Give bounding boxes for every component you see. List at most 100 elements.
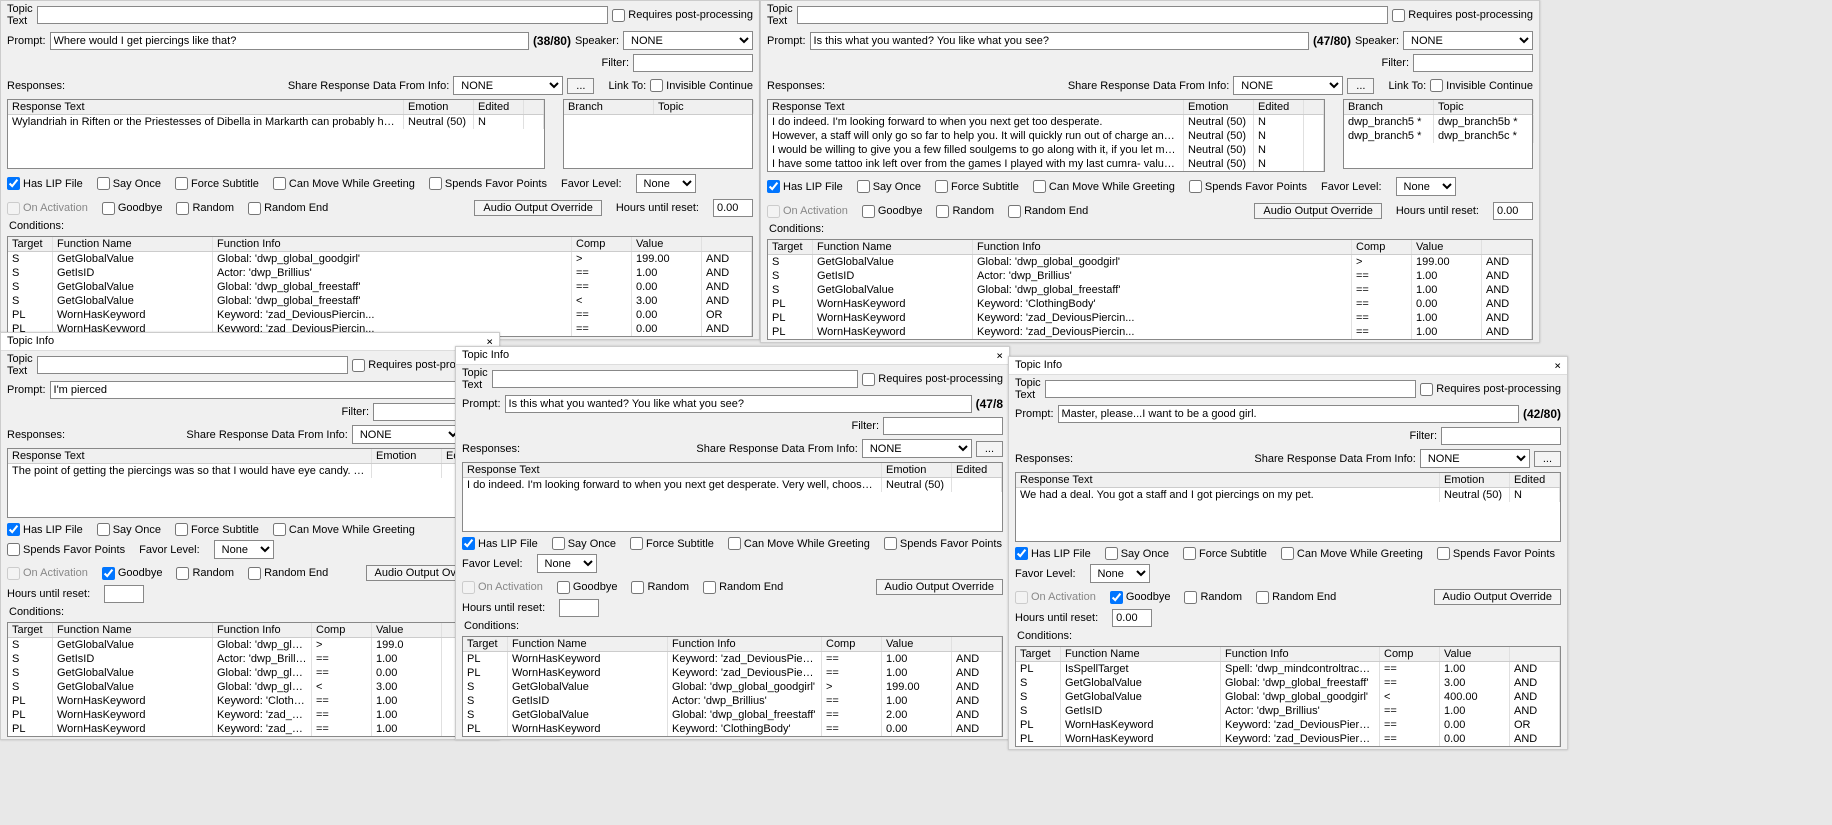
favor-level-select[interactable]: None: [1090, 564, 1150, 583]
has-lip-checkbox-input[interactable]: [7, 177, 20, 190]
response-row[interactable]: However, a staff will only go so far to …: [768, 129, 1324, 143]
requires-post-checkbox-input[interactable]: [352, 359, 365, 372]
can-move-checkbox-input[interactable]: [1033, 180, 1046, 193]
goodbye-checkbox-input[interactable]: [102, 202, 115, 215]
share-response-select[interactable]: NONE: [1420, 449, 1530, 468]
response-row[interactable]: We had a deal. You got a staff and I got…: [1016, 488, 1560, 502]
topic-text-input[interactable]: [37, 6, 609, 24]
can-move-checkbox-input[interactable]: [728, 537, 741, 550]
invisible-continue-checkbox[interactable]: Invisible Continue: [650, 79, 753, 92]
favor-level-select[interactable]: None: [214, 540, 274, 559]
goodbye-checkbox-input[interactable]: [102, 567, 115, 580]
condition-row[interactable]: PLWornHasKeywordKeyword: 'zad_DeviousPie…: [1016, 732, 1560, 746]
filter-input[interactable]: [1413, 54, 1533, 72]
random-end-checkbox[interactable]: Random End: [1256, 591, 1336, 604]
close-icon[interactable]: ×: [1554, 359, 1561, 372]
goodbye-checkbox-input[interactable]: [557, 581, 570, 594]
goodbye-checkbox[interactable]: Goodbye: [1110, 591, 1171, 604]
favor-level-select[interactable]: None: [1396, 177, 1456, 196]
goodbye-checkbox[interactable]: Goodbye: [102, 202, 163, 215]
say-once-checkbox-input[interactable]: [1105, 547, 1118, 560]
filter-input[interactable]: [883, 417, 1003, 435]
hours-input[interactable]: [104, 585, 144, 603]
random-checkbox[interactable]: Random: [176, 567, 234, 580]
spends-favor-checkbox-input[interactable]: [1189, 180, 1202, 193]
conditions-table[interactable]: TargetFunction NameFunction InfoCompValu…: [1015, 646, 1561, 747]
requires-post-checkbox-input[interactable]: [1392, 9, 1405, 22]
responses-table[interactable]: Response TextEmotionEditedWe had a deal.…: [1015, 472, 1561, 542]
condition-row[interactable]: SGetGlobalValueGlobal: 'dwp_global_frees…: [8, 680, 492, 694]
force-subtitle-checkbox[interactable]: Force Subtitle: [935, 180, 1019, 193]
filter-input[interactable]: [1441, 427, 1561, 445]
has-lip-checkbox-input[interactable]: [462, 537, 475, 550]
goodbye-checkbox-input[interactable]: [1110, 591, 1123, 604]
link-row[interactable]: dwp_branch5 *dwp_branch5c *: [1344, 129, 1532, 143]
condition-row[interactable]: SGetGlobalValueGlobal: 'dwp_global_frees…: [8, 280, 752, 294]
force-subtitle-checkbox[interactable]: Force Subtitle: [630, 537, 714, 550]
prompt-input[interactable]: [810, 32, 1309, 50]
invisible-continue-checkbox-input[interactable]: [1430, 79, 1443, 92]
random-checkbox-input[interactable]: [1184, 591, 1197, 604]
responses-table[interactable]: Response TextEmotionEditedWylandriah in …: [7, 99, 545, 169]
response-row[interactable]: I do indeed. I'm looking forward to when…: [768, 115, 1324, 129]
random-checkbox[interactable]: Random: [176, 202, 234, 215]
filter-input[interactable]: [633, 54, 753, 72]
prompt-input[interactable]: [50, 32, 529, 50]
random-end-checkbox-input[interactable]: [248, 202, 261, 215]
share-browse-button[interactable]: ...: [1347, 78, 1374, 94]
response-row[interactable]: The point of getting the piercings was s…: [8, 464, 492, 478]
condition-row[interactable]: PLWornHasKeywordKeyword: 'ClothingBody'=…: [463, 722, 1002, 736]
linkto-table[interactable]: BranchTopic: [563, 99, 753, 169]
share-browse-button[interactable]: ...: [976, 441, 1003, 457]
condition-row[interactable]: SGetGlobalValueGlobal: 'dwp_global_goodg…: [1016, 690, 1560, 704]
has-lip-checkbox[interactable]: Has LIP File: [7, 177, 83, 190]
spends-favor-checkbox[interactable]: Spends Favor Points: [429, 177, 547, 190]
condition-row[interactable]: PLWornHasKeywordKeyword: 'zad_DeviousPie…: [8, 722, 492, 736]
can-move-checkbox-input[interactable]: [273, 177, 286, 190]
condition-row[interactable]: SGetGlobalValueGlobal: 'dwp_global_goodg…: [8, 638, 492, 652]
spends-favor-checkbox-input[interactable]: [429, 177, 442, 190]
close-icon[interactable]: ×: [996, 349, 1003, 362]
condition-row[interactable]: SGetGlobalValueGlobal: 'dwp_global_goodg…: [8, 252, 752, 266]
say-once-checkbox[interactable]: Say Once: [97, 523, 161, 536]
condition-row[interactable]: SGetGlobalValueGlobal: 'dwp_global_frees…: [1016, 676, 1560, 690]
responses-table[interactable]: Response TextEmotionEditedThe point of g…: [7, 448, 493, 518]
conditions-table[interactable]: TargetFunction NameFunction InfoCompValu…: [767, 239, 1533, 340]
condition-row[interactable]: PLWornHasKeywordKeyword: 'zad_DeviousPie…: [463, 652, 1002, 666]
condition-row[interactable]: PLWornHasKeywordKeyword: 'zad_DeviousPie…: [8, 708, 492, 722]
condition-row[interactable]: PLWornHasKeywordKeyword: 'zad_DeviousPie…: [463, 666, 1002, 680]
invisible-continue-checkbox[interactable]: Invisible Continue: [1430, 79, 1533, 92]
force-subtitle-checkbox-input[interactable]: [175, 177, 188, 190]
requires-post-checkbox[interactable]: Requires post-processing: [1392, 9, 1533, 22]
hours-input[interactable]: [713, 199, 753, 217]
spends-favor-checkbox[interactable]: Spends Favor Points: [1437, 547, 1555, 560]
can-move-checkbox[interactable]: Can Move While Greeting: [1033, 180, 1175, 193]
conditions-table[interactable]: TargetFunction NameFunction InfoCompValu…: [7, 236, 753, 337]
has-lip-checkbox[interactable]: Has LIP File: [7, 523, 83, 536]
audio-override-button[interactable]: Audio Output Override: [1434, 589, 1561, 605]
condition-row[interactable]: SGetIsIDActor: 'dwp_Brillius'==1.00AND: [1016, 704, 1560, 718]
force-subtitle-checkbox-input[interactable]: [630, 537, 643, 550]
requires-post-checkbox-input[interactable]: [862, 373, 875, 386]
spends-favor-checkbox-input[interactable]: [1437, 547, 1450, 560]
say-once-checkbox-input[interactable]: [97, 177, 110, 190]
conditions-table[interactable]: TargetFunction NameFunction InfoCompValu…: [7, 622, 493, 737]
response-row[interactable]: Wylandriah in Riften or the Priestesses …: [8, 115, 544, 129]
random-end-checkbox[interactable]: Random End: [248, 567, 328, 580]
response-row[interactable]: I do indeed. I'm looking forward to when…: [463, 478, 1002, 492]
condition-row[interactable]: SGetIsIDActor: 'dwp_Brillius'==1.00AND: [8, 266, 752, 280]
spends-favor-checkbox[interactable]: Spends Favor Points: [7, 543, 125, 556]
hours-input[interactable]: [1112, 609, 1152, 627]
linkto-table[interactable]: BranchTopicdwp_branch5 *dwp_branch5b *dw…: [1343, 99, 1533, 169]
condition-row[interactable]: PLWornHasKeywordKeyword: 'zad_DeviousPie…: [768, 311, 1532, 325]
random-checkbox-input[interactable]: [631, 581, 644, 594]
force-subtitle-checkbox-input[interactable]: [1183, 547, 1196, 560]
share-response-select[interactable]: NONE: [453, 76, 563, 95]
requires-post-checkbox[interactable]: Requires post-processing: [1420, 383, 1561, 396]
requires-post-checkbox-input[interactable]: [1420, 383, 1433, 396]
responses-table[interactable]: Response TextEmotionEditedI do indeed. I…: [767, 99, 1325, 172]
speaker-select[interactable]: NONE: [1403, 31, 1533, 50]
random-end-checkbox[interactable]: Random End: [248, 202, 328, 215]
random-end-checkbox-input[interactable]: [1008, 205, 1021, 218]
condition-row[interactable]: SGetGlobalValueGlobal: 'dwp_global_frees…: [768, 283, 1532, 297]
